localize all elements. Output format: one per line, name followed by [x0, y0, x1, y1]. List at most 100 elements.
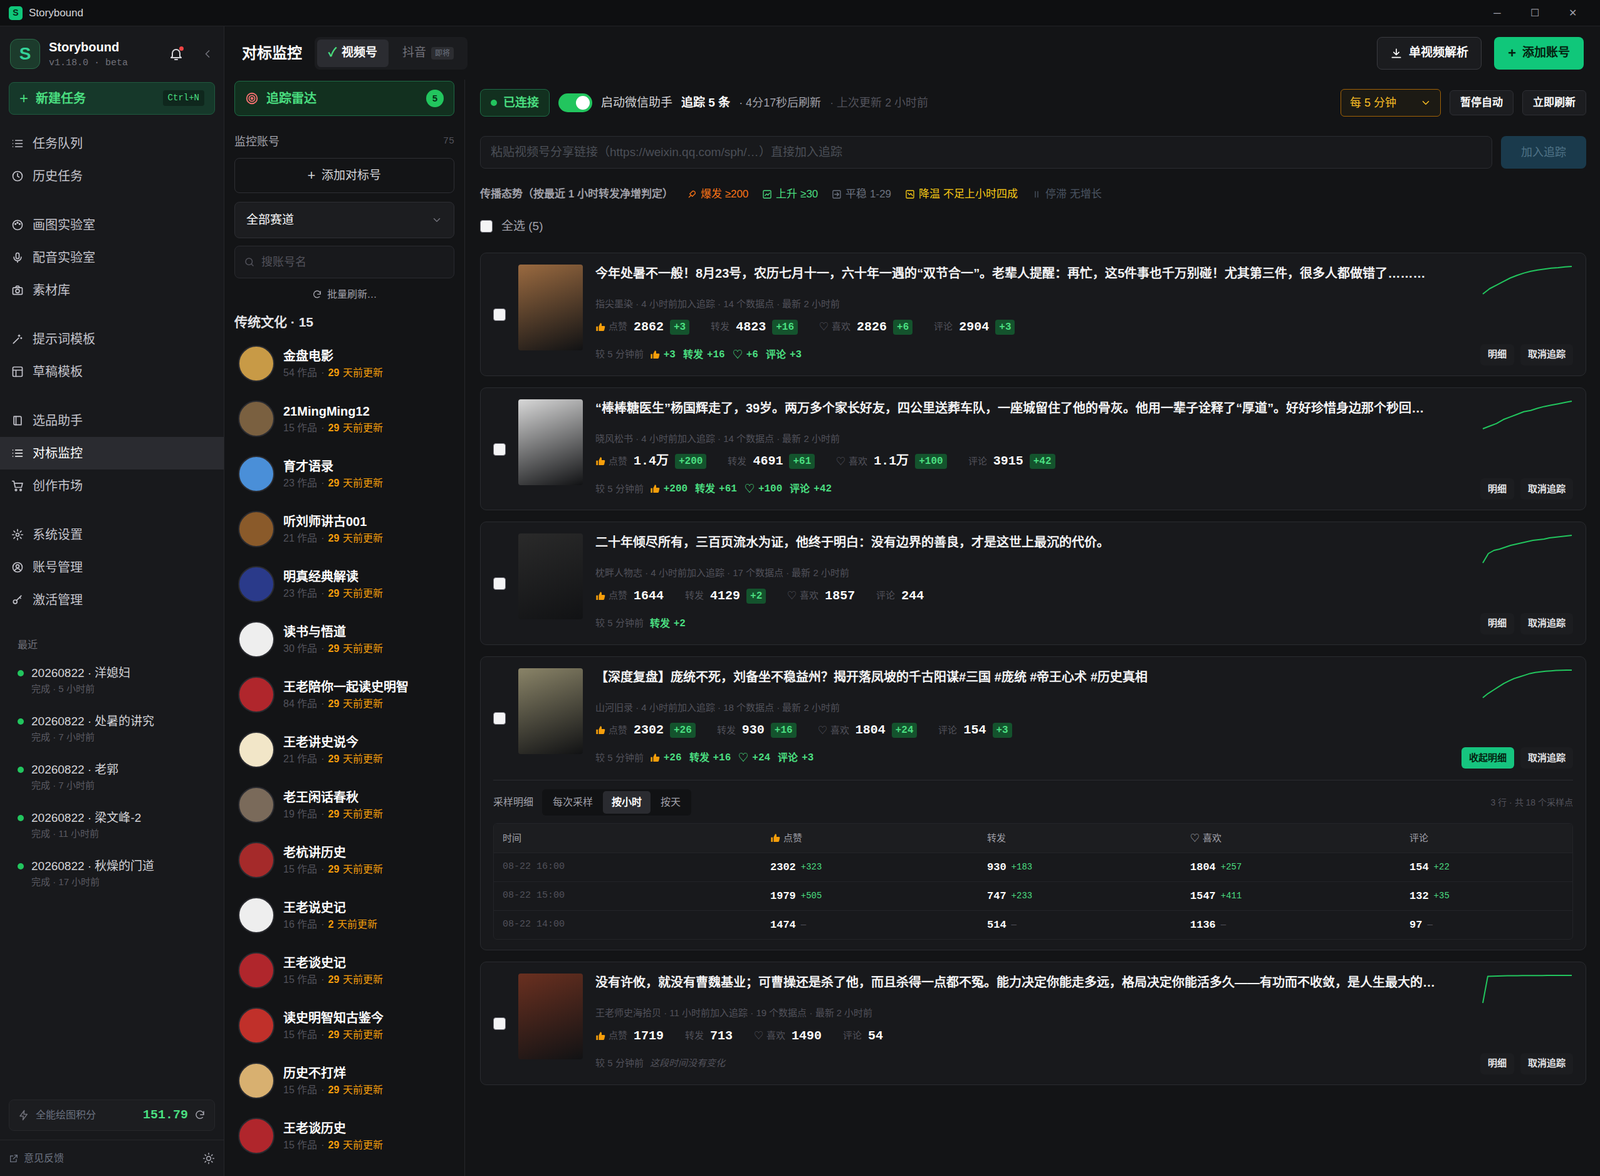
sun-icon[interactable]	[202, 1151, 215, 1165]
account-item[interactable]: 历史不打烊15 作品·29天前更新	[234, 1052, 455, 1109]
plus-icon: +	[19, 90, 29, 106]
platform-tab[interactable]: 抖音即将	[391, 39, 466, 68]
nav-item[interactable]: 选品助手	[0, 404, 224, 437]
video-card: “棒棒糖医生”杨国辉走了，39岁。两万多个家长好友，四公里送葬车队，一座城留住了…	[480, 387, 1587, 511]
nav-item[interactable]: 草稿模板	[0, 355, 224, 388]
nav-item[interactable]: 激活管理	[0, 583, 224, 617]
stat-value: 2302	[633, 720, 664, 740]
account-name: 读书与悟道	[283, 622, 383, 642]
window-control[interactable]: ☐	[1516, 5, 1554, 21]
sample-mode-tab[interactable]: 按小时	[602, 790, 651, 814]
batch-refresh[interactable]: 批量刷新…	[234, 287, 455, 303]
recent-item[interactable]: 20260822 · 洋媳妇完成 · 5 小时前	[0, 656, 224, 705]
nav-item[interactable]: 画图实验室	[0, 208, 224, 242]
account-item[interactable]: 王老陪你一起读史明智84 作品·29天前更新	[234, 666, 455, 722]
add-account-button[interactable]: +添加账号	[1494, 36, 1584, 70]
untrack-button[interactable]: 取消追踪	[1520, 1052, 1574, 1075]
platform-tab[interactable]: ✓视频号	[317, 39, 389, 68]
account-text: 明真经典解读23 作品·29天前更新	[283, 567, 383, 602]
detail-button[interactable]: 明细	[1480, 344, 1515, 366]
legend-icon	[1031, 189, 1042, 200]
category-select[interactable]: 全部赛道	[234, 201, 455, 239]
account-item[interactable]: 金盘电影54 作品·29天前更新	[234, 335, 455, 392]
trend-sparkline	[1481, 264, 1574, 296]
link-input[interactable]	[480, 135, 1493, 169]
account-item[interactable]: 明真经典解读23 作品·29天前更新	[234, 556, 455, 612]
account-item[interactable]: 21MingMing1215 作品·29天前更新	[234, 391, 455, 447]
chevron-left-icon[interactable]	[201, 47, 214, 61]
account-item[interactable]: 王老说史记16 作品·2天前更新	[234, 887, 455, 943]
feedback-link[interactable]: 意见反馈	[23, 1150, 64, 1166]
update-unit: 天前更新	[342, 1137, 383, 1153]
detail-button[interactable]: 明细	[1480, 1052, 1515, 1075]
sample-mode-tab[interactable]: 每次采样	[543, 790, 602, 814]
nav-item[interactable]: 创作市场	[0, 469, 224, 502]
update-unit: 天前更新	[342, 420, 383, 436]
untrack-button[interactable]: 取消追踪	[1520, 344, 1574, 366]
table-cell: 1474—	[770, 916, 988, 934]
delta-label: 转发	[649, 616, 670, 632]
nav-item[interactable]: 系统设置	[0, 518, 224, 551]
radar-button[interactable]: 追踪雷达5	[234, 80, 455, 116]
account-item[interactable]: 听刘师讲古00121 作品·29天前更新	[234, 501, 455, 557]
notifications[interactable]	[168, 46, 184, 62]
checkbox[interactable]	[493, 443, 506, 456]
window-control[interactable]: ─	[1478, 5, 1517, 21]
checkbox[interactable]	[493, 308, 506, 321]
account-item[interactable]: 老杭讲历史15 作品·29天前更新	[234, 832, 455, 888]
works-count: 19 作品	[283, 806, 318, 822]
checkbox[interactable]	[493, 711, 506, 725]
detail-button[interactable]: 明细	[1480, 478, 1515, 500]
refresh-now-button[interactable]: 立即刷新	[1522, 90, 1587, 116]
nav-item[interactable]: 任务队列	[0, 127, 224, 160]
nav-item[interactable]: 历史任务	[0, 159, 224, 193]
account-item[interactable]: 老王闲话春秋19 作品·29天前更新	[234, 777, 455, 833]
nav-item[interactable]: 账号管理	[0, 550, 224, 584]
legend-label: 爆发 ≥200	[700, 186, 749, 203]
stat-label-group: 评论	[1409, 831, 1564, 846]
nav-icon	[11, 332, 24, 346]
account-item[interactable]: 育才语录23 作品·29天前更新	[234, 446, 455, 502]
stat: 评论244	[876, 586, 924, 606]
recent-item[interactable]: 20260822 · 处暑的讲究完成 · 7 小时前	[0, 704, 224, 753]
untrack-button[interactable]: 取消追踪	[1520, 612, 1574, 635]
stat-value: 2826	[856, 317, 887, 337]
account-text: 读书与悟道30 作品·29天前更新	[283, 622, 383, 657]
recent-item[interactable]: 20260822 · 秋燥的门道完成 · 17 小时前	[0, 849, 224, 898]
helper-toggle[interactable]	[558, 93, 593, 113]
add-benchmark-button[interactable]: +添加对标号	[234, 157, 455, 194]
recent-item[interactable]: 20260822 · 老郭完成 · 7 小时前	[0, 752, 224, 801]
card-meta: 指尖墨染 · 4 小时前加入追踪 · 14 个数据点 · 最新 2 小时前	[595, 297, 1574, 312]
untrack-button[interactable]: 取消追踪	[1520, 747, 1574, 769]
window-control[interactable]: ✕	[1553, 5, 1592, 21]
stat-value: 4129	[710, 586, 741, 606]
recent-item[interactable]: 20260822 · 梁文峰-2完成 · 11 小时前	[0, 800, 224, 850]
account-item[interactable]: 王老讲史说今21 作品·29天前更新	[234, 721, 455, 778]
stats-row: 点赞1644转发4129+2♡喜欢1857评论244	[595, 586, 1574, 606]
button-label: 添加账号	[1522, 43, 1570, 63]
checkbox[interactable]	[480, 219, 493, 233]
select-all-label[interactable]: 全选 (5)	[501, 217, 544, 236]
search-input[interactable]	[261, 253, 445, 271]
account-item[interactable]: 王老谈史记15 作品·29天前更新	[234, 942, 455, 998]
account-item[interactable]: 王老谈历史15 作品·29天前更新	[234, 1108, 455, 1164]
untrack-button[interactable]: 取消追踪	[1520, 478, 1574, 500]
detail-button[interactable]: 明细	[1480, 612, 1515, 635]
account-item[interactable]: 读史明智知古鉴今15 作品·29天前更新	[234, 997, 455, 1053]
nav-item[interactable]: 配音实验室	[0, 241, 224, 274]
account-item[interactable]: 读书与悟道30 作品·29天前更新	[234, 611, 455, 667]
detail-button[interactable]: 收起明细	[1461, 747, 1515, 769]
interval-select[interactable]: 每 5 分钟	[1340, 88, 1441, 117]
new-task-button[interactable]: +新建任务Ctrl+N	[8, 82, 215, 115]
add-track-button[interactable]: 加入追踪	[1500, 135, 1587, 169]
nav-item[interactable]: 对标监控	[0, 436, 224, 470]
nav-item[interactable]: 素材库	[0, 273, 224, 307]
checkbox[interactable]	[493, 577, 506, 590]
nav-item[interactable]: 提示词模板	[0, 322, 224, 356]
checkbox[interactable]	[493, 1017, 506, 1030]
legend: 传播态势（按最近 1 小时转发净增判定）爆发 ≥200上升 ≥30平稳 1-29…	[480, 186, 1587, 203]
refresh-icon[interactable]	[194, 1109, 206, 1121]
pause-button[interactable]: 暂停自动	[1449, 90, 1514, 116]
parse-video-button[interactable]: 单视频解析	[1376, 36, 1482, 70]
sample-mode-tab[interactable]: 按天	[651, 790, 690, 814]
